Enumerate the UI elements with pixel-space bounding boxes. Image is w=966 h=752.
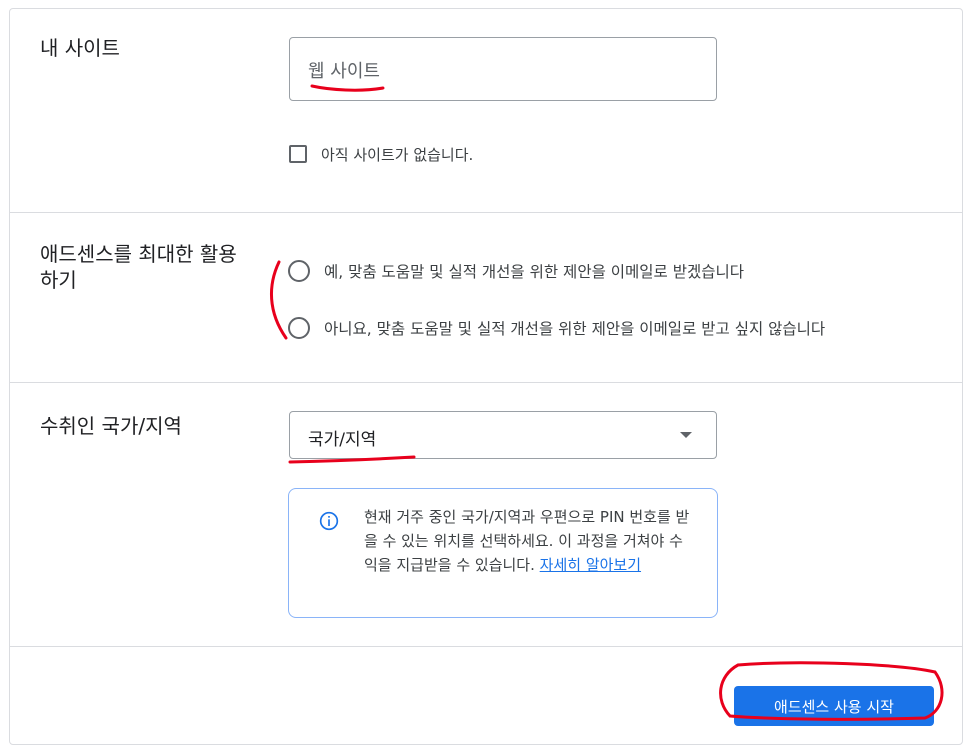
optimize-section: 애드센스를 최대한 활용 하기 예, 맞춤 도움말 및 실적 개선을 위한 제안… <box>10 213 962 383</box>
website-input[interactable]: 웹 사이트 <box>289 37 717 101</box>
chevron-down-icon <box>680 432 692 438</box>
country-select-value: 국가/지역 <box>308 430 377 450</box>
optimize-label-line1: 애드센스를 최대한 활용 <box>40 242 237 266</box>
no-site-checkbox-label: 아직 사이트가 없습니다. <box>321 145 474 164</box>
country-select[interactable]: 국가/지역 <box>289 411 717 459</box>
radio-no-label: 아니요, 맞춤 도움말 및 실적 개선을 위한 제안을 이메일로 받고 싶지 않… <box>324 320 826 338</box>
radio-yes-label: 예, 맞춤 도움말 및 실적 개선을 위한 제안을 이메일로 받겠습니다 <box>324 263 745 281</box>
footer-section: 애드센스 사용 시작 <box>10 647 962 744</box>
no-site-checkbox[interactable] <box>289 145 307 163</box>
optimize-label: 애드센스를 최대한 활용 하기 <box>40 241 290 293</box>
start-adsense-button[interactable]: 애드센스 사용 시작 <box>734 686 934 726</box>
signup-form-card: 내 사이트 웹 사이트 아직 사이트가 없습니다. 애드센스를 최대한 활용 하… <box>9 8 963 745</box>
country-info-text: 현재 거주 중인 국가/지역과 우편으로 PIN 번호를 받을 수 있는 위치를… <box>364 505 694 577</box>
radio-yes[interactable] <box>288 260 310 282</box>
learn-more-link[interactable]: 자세히 알아보기 <box>540 556 641 574</box>
radio-no[interactable] <box>288 317 310 339</box>
radio-option-yes[interactable]: 예, 맞춤 도움말 및 실적 개선을 위한 제안을 이메일로 받겠습니다 <box>288 260 744 282</box>
site-section: 내 사이트 웹 사이트 아직 사이트가 없습니다. <box>10 9 962 213</box>
optimize-label-line2: 하기 <box>40 268 77 292</box>
website-input-placeholder: 웹 사이트 <box>308 61 380 82</box>
no-site-checkbox-row[interactable]: 아직 사이트가 없습니다. <box>289 142 473 166</box>
country-info-box: 현재 거주 중인 국가/지역과 우편으로 PIN 번호를 받을 수 있는 위치를… <box>288 488 718 618</box>
site-label: 내 사이트 <box>40 36 120 60</box>
info-icon <box>319 511 339 531</box>
radio-option-no[interactable]: 아니요, 맞춤 도움말 및 실적 개선을 위한 제안을 이메일로 받고 싶지 않… <box>288 317 825 339</box>
country-section: 수취인 국가/지역 국가/지역 현재 거주 중인 국가/지역과 우편으로 PIN… <box>10 383 962 647</box>
country-label: 수취인 국가/지역 <box>40 414 182 438</box>
